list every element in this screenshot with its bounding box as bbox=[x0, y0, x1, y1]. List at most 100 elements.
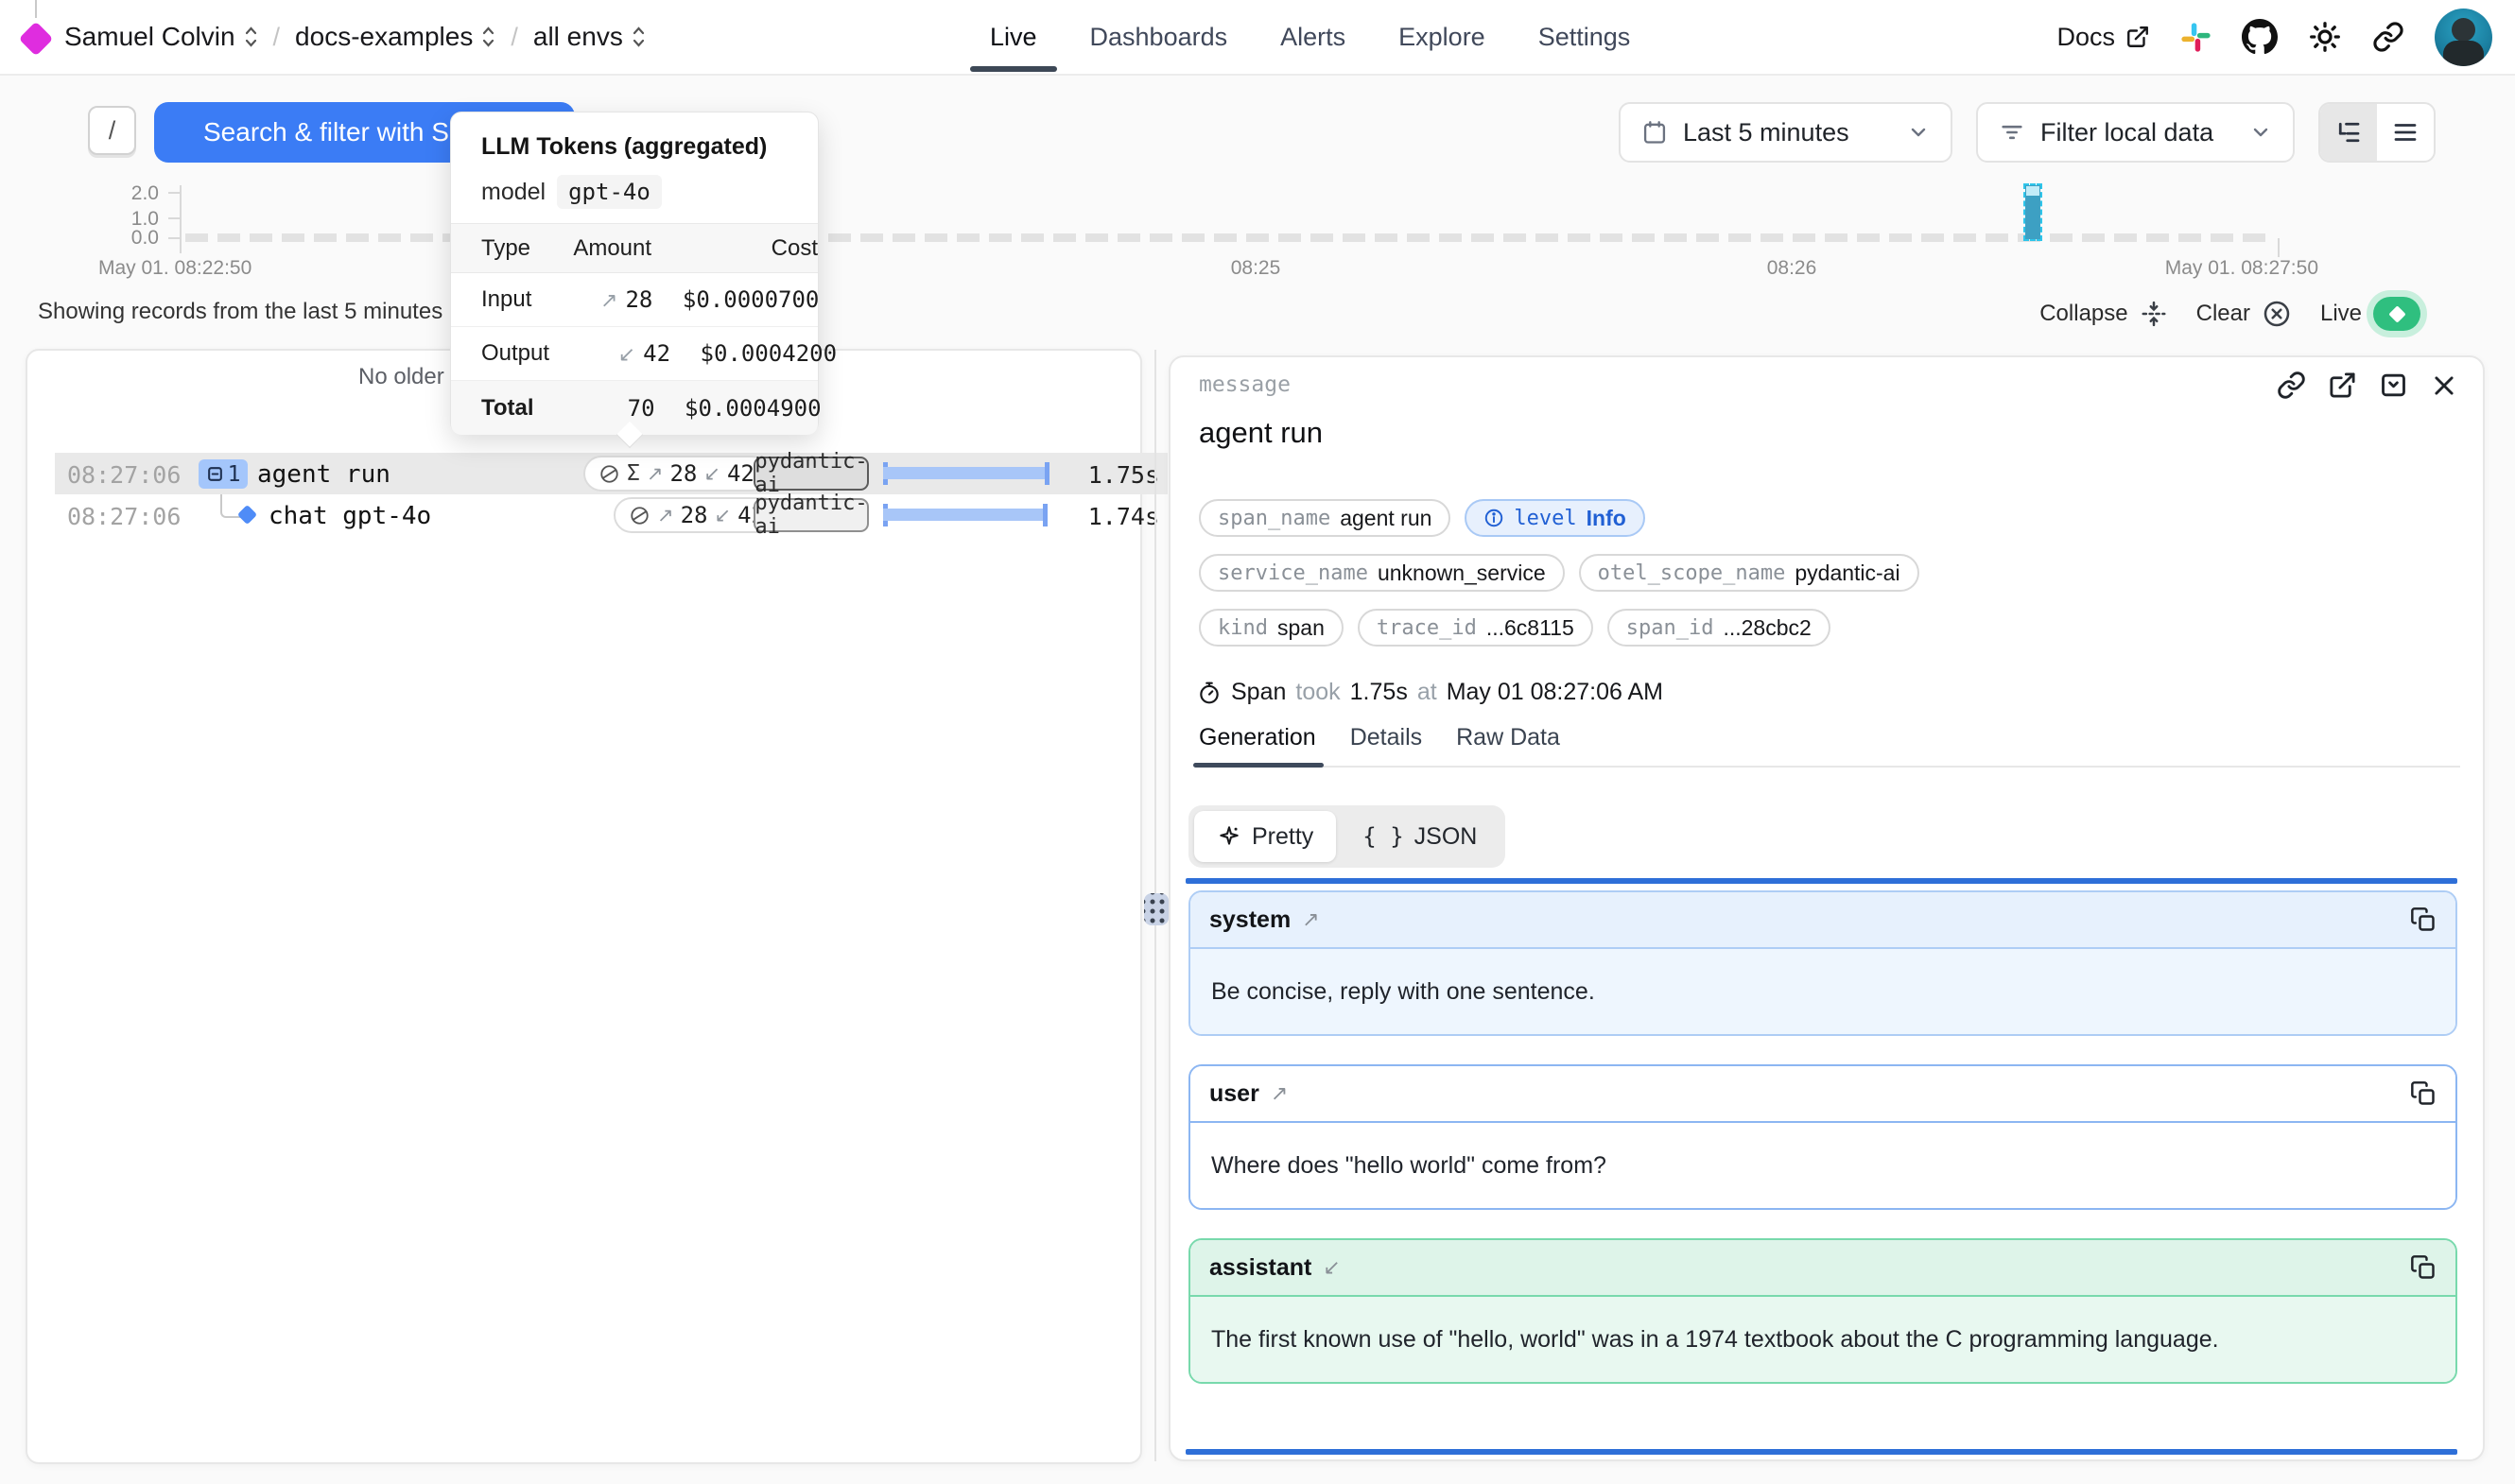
y-tick bbox=[168, 217, 180, 219]
copy-link-icon[interactable] bbox=[2277, 371, 2306, 400]
timeline-bar-selected[interactable] bbox=[2025, 185, 2040, 239]
clear-button[interactable]: Clear bbox=[2196, 299, 2292, 329]
x-axis-right-tick bbox=[2278, 238, 2280, 257]
y-tick-label: 0.0 bbox=[113, 227, 159, 250]
x-tick-label: May 01. 08:27:50 bbox=[2165, 257, 2318, 280]
tooltip-title: LLM Tokens (aggregated) bbox=[481, 133, 767, 161]
scroll-bottom-indicator bbox=[1186, 1449, 2457, 1455]
tab-settings[interactable]: Settings bbox=[1515, 0, 1655, 74]
user-avatar[interactable] bbox=[2435, 9, 2492, 66]
scope-tag[interactable]: pydantic-ai bbox=[754, 457, 869, 491]
breadcrumb-env[interactable]: all envs bbox=[533, 22, 646, 52]
panel-resize-handle[interactable] bbox=[1144, 893, 1169, 925]
filter-label: Filter local data bbox=[2040, 118, 2213, 147]
took-word: Span bbox=[1231, 679, 1286, 706]
attr-key: otel_scope_name bbox=[1598, 561, 1786, 585]
message-role: user bbox=[1209, 1080, 1259, 1108]
input-arrow-icon: ↗ bbox=[657, 504, 674, 526]
search-shortcut-key[interactable]: / bbox=[88, 106, 136, 155]
tree-view-button[interactable] bbox=[2320, 104, 2377, 161]
main-nav-tabs: Live Dashboards Alerts Explore Settings bbox=[966, 0, 1654, 74]
span-id-pill[interactable]: span_id ...28cbc2 bbox=[1607, 609, 1830, 647]
tab-explore[interactable]: Explore bbox=[1375, 0, 1509, 74]
open-in-new-icon[interactable] bbox=[2328, 371, 2357, 400]
trace-row-chat-gpt4o[interactable]: 08:27:06 chat gpt-4o ↗28 ↙42 pydantic-ai… bbox=[55, 494, 1168, 536]
message-text: Where does "hello world" come from? bbox=[1211, 1146, 2317, 1185]
breadcrumb: Samuel Colvin / docs-examples / all envs bbox=[64, 0, 646, 74]
tab-dashboards[interactable]: Dashboards bbox=[1067, 0, 1252, 74]
trace-list-panel: No older records to load 08:27:06 1 agen… bbox=[26, 349, 1142, 1464]
y-tick-label: 2.0 bbox=[113, 182, 159, 205]
took-duration: 1.75s bbox=[1350, 679, 1408, 706]
dock-panel-icon[interactable] bbox=[2379, 371, 2408, 400]
tab-generation[interactable]: Generation bbox=[1197, 724, 1318, 766]
collapse-button[interactable]: Collapse bbox=[2039, 300, 2167, 328]
message-direction-icon: ↗ bbox=[1271, 1082, 1288, 1106]
select-chevrons-icon bbox=[481, 26, 495, 48]
otel-scope-pill[interactable]: otel_scope_name pydantic-ai bbox=[1579, 554, 1919, 592]
copy-icon[interactable] bbox=[2410, 1254, 2437, 1281]
span-name-pill[interactable]: span_name agent run bbox=[1199, 499, 1450, 537]
message-direction-icon: ↙ bbox=[1323, 1256, 1340, 1280]
duration-bar[interactable] bbox=[883, 504, 1048, 526]
theme-sun-icon[interactable] bbox=[2308, 20, 2342, 54]
detail-header-actions bbox=[2277, 371, 2458, 400]
row-cost: $0.0004200 bbox=[670, 340, 837, 367]
span-name: agent run bbox=[257, 460, 390, 489]
message-header: system ↗ bbox=[1190, 892, 2455, 949]
list-view-icon bbox=[2391, 118, 2420, 147]
x-tick-label: May 01. 08:22:50 bbox=[98, 257, 252, 280]
copy-icon[interactable] bbox=[2410, 906, 2437, 933]
message-body: Be concise, reply with one sentence. bbox=[1190, 949, 2455, 1034]
row-amount: 28 bbox=[625, 286, 652, 313]
time-range-label: Last 5 minutes bbox=[1683, 118, 1849, 147]
took-word: took bbox=[1295, 679, 1340, 706]
duration-text: 1.74s bbox=[1057, 503, 1159, 530]
span-title: agent run bbox=[1199, 416, 1323, 450]
row-amount: 70 bbox=[534, 395, 655, 422]
live-toggle[interactable]: Live bbox=[2320, 297, 2420, 331]
trace-id-pill[interactable]: trace_id ...6c8115 bbox=[1358, 609, 1593, 647]
collapse-children-badge[interactable]: 1 bbox=[199, 459, 248, 489]
docs-link[interactable]: Docs bbox=[2056, 23, 2150, 52]
breadcrumb-project[interactable]: docs-examples bbox=[295, 22, 495, 52]
filter-local-data-dropdown[interactable]: Filter local data bbox=[1976, 102, 2295, 163]
token-usage-pill[interactable]: Σ ↗28 ↙42 bbox=[583, 456, 770, 492]
level-pill[interactable]: level Info bbox=[1465, 499, 1644, 537]
breadcrumb-org[interactable]: Samuel Colvin bbox=[64, 22, 258, 52]
slack-icon[interactable] bbox=[2180, 22, 2211, 53]
tab-alerts[interactable]: Alerts bbox=[1257, 0, 1369, 74]
live-toggle-pill[interactable] bbox=[2373, 297, 2420, 331]
took-word: at bbox=[1417, 679, 1437, 706]
attr-value: span bbox=[1277, 615, 1325, 641]
logfire-app: Samuel Colvin / docs-examples / all envs… bbox=[0, 0, 2515, 1484]
pretty-button[interactable]: Pretty bbox=[1194, 811, 1336, 862]
copy-icon[interactable] bbox=[2410, 1080, 2437, 1107]
duration-bar[interactable] bbox=[883, 462, 1049, 485]
logfire-logo-icon[interactable] bbox=[19, 22, 54, 57]
tree-view-icon bbox=[2334, 118, 2363, 147]
attr-value: ...6c8115 bbox=[1486, 615, 1574, 641]
tab-raw-data[interactable]: Raw Data bbox=[1454, 724, 1562, 766]
kind-pill[interactable]: kind span bbox=[1199, 609, 1344, 647]
breadcrumb-org-label: Samuel Colvin bbox=[64, 22, 235, 52]
json-button[interactable]: { } JSON bbox=[1340, 811, 1500, 862]
github-icon[interactable] bbox=[2242, 19, 2278, 55]
breadcrumb-separator: / bbox=[273, 23, 281, 52]
message-text: The first known use of "hello, world" wa… bbox=[1211, 1320, 2317, 1359]
token-coin-icon bbox=[598, 463, 620, 485]
tab-details[interactable]: Details bbox=[1348, 724, 1424, 766]
scope-tag[interactable]: pydantic-ai bbox=[754, 498, 869, 532]
service-name-pill[interactable]: service_name unknown_service bbox=[1199, 554, 1565, 592]
time-range-dropdown[interactable]: Last 5 minutes bbox=[1619, 102, 1952, 163]
attr-key: span_id bbox=[1626, 616, 1714, 640]
tab-live[interactable]: Live bbox=[966, 0, 1061, 74]
list-view-button[interactable] bbox=[2377, 104, 2434, 161]
share-link-icon[interactable] bbox=[2372, 21, 2404, 53]
timeline-bar-handle[interactable] bbox=[2026, 186, 2039, 196]
close-icon[interactable] bbox=[2430, 371, 2458, 400]
tooltip-table-header: Type Amount Cost bbox=[451, 223, 818, 273]
tooltip-model-row: model gpt-4o bbox=[481, 175, 662, 209]
stopwatch-icon bbox=[1197, 681, 1222, 705]
trace-row-agent-run[interactable]: 08:27:06 1 agent run Σ ↗28 ↙42 pydantic-… bbox=[55, 453, 1168, 494]
